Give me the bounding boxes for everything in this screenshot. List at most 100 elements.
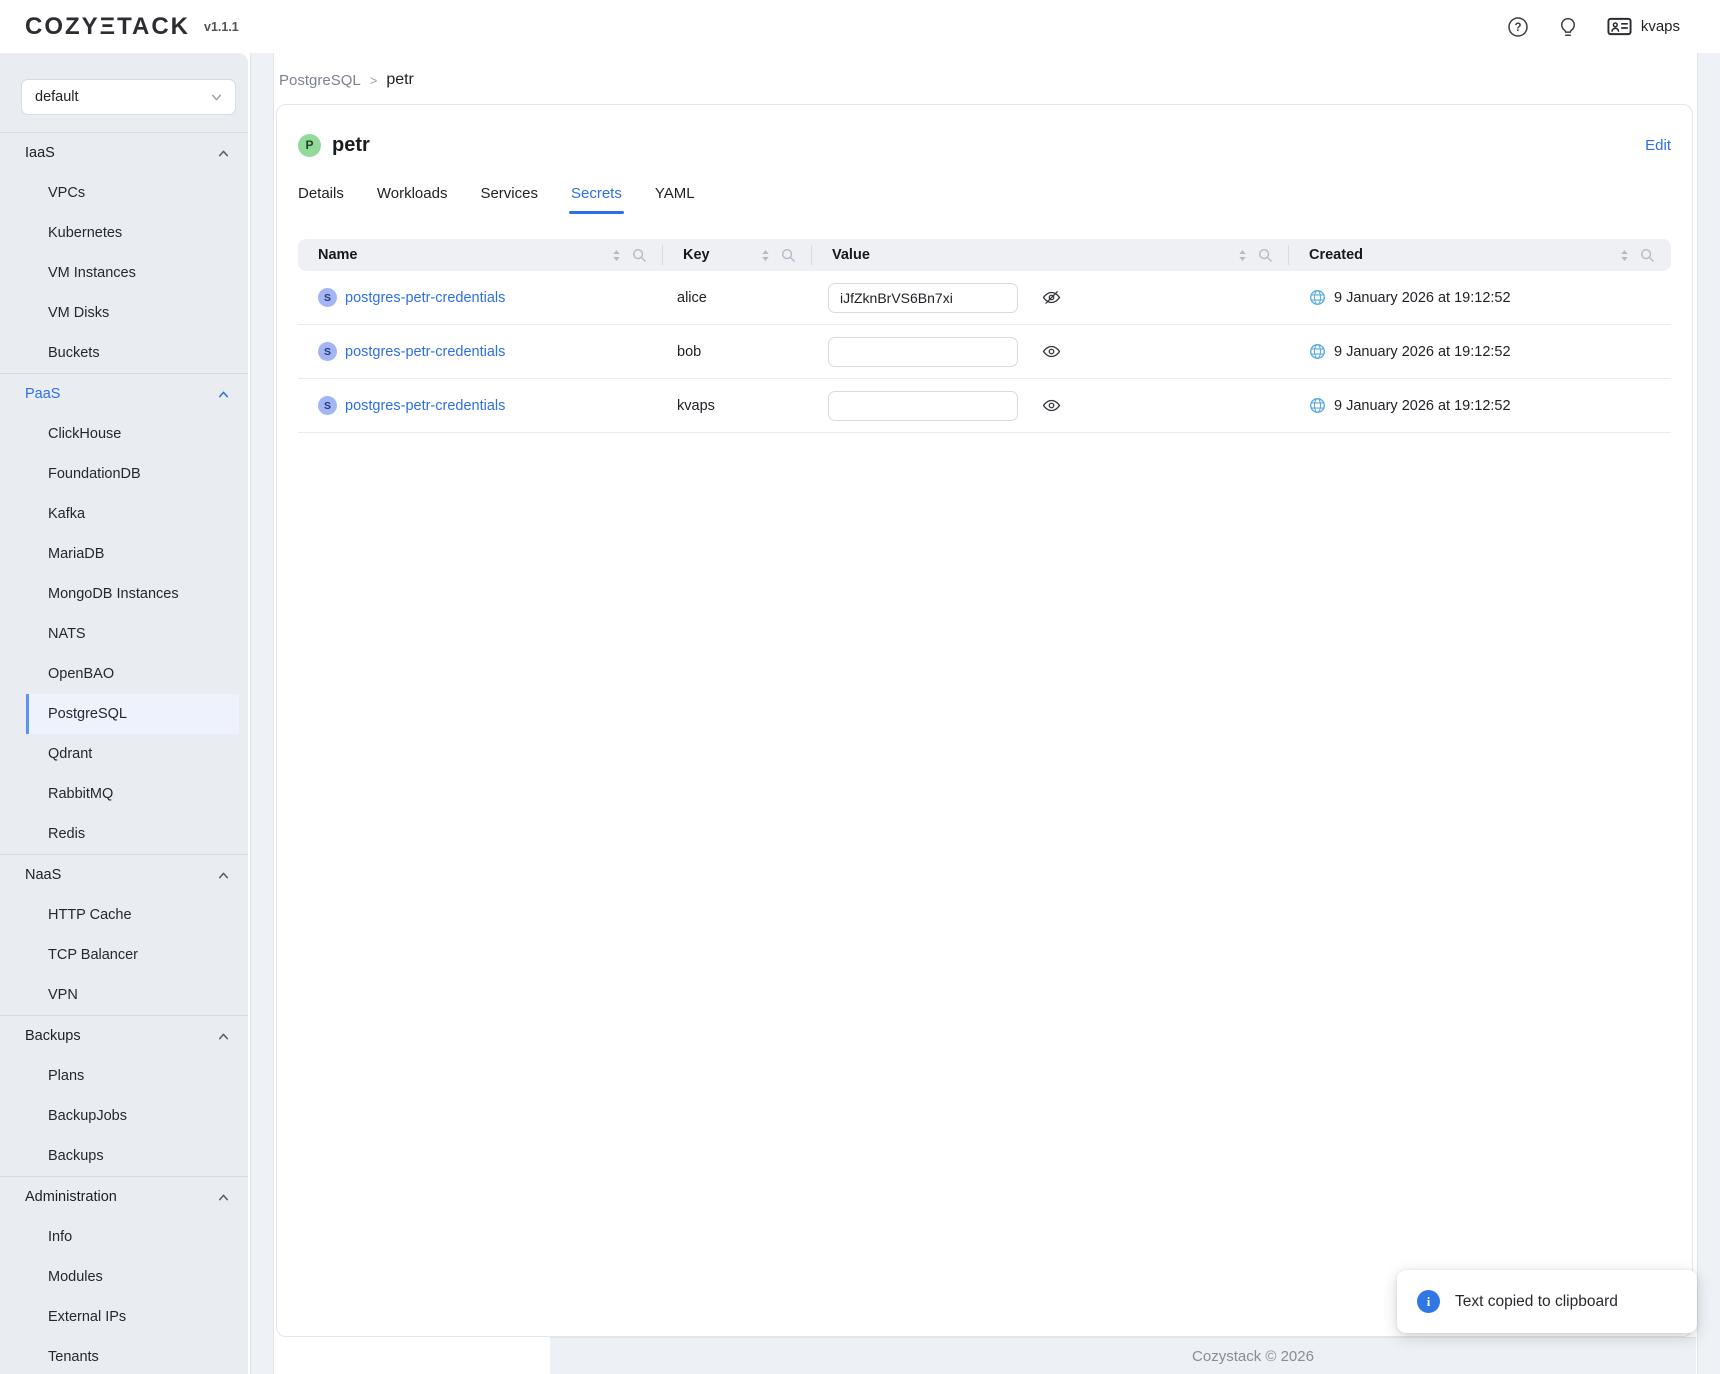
sidebar-section-header-administration[interactable]: Administration bbox=[0, 1177, 248, 1217]
sidebar-scrollbar[interactable] bbox=[250, 53, 274, 1374]
chevron-up-icon bbox=[217, 388, 230, 401]
secret-value-input[interactable] bbox=[828, 283, 1018, 313]
sidebar-section-header-iaas[interactable]: IaaS bbox=[0, 133, 248, 173]
tab-workloads[interactable]: Workloads bbox=[377, 185, 448, 214]
secret-name-cell: S postgres-petr-credentials bbox=[298, 325, 663, 378]
sort-icon[interactable] bbox=[1235, 248, 1250, 263]
sidebar-item-qdrant[interactable]: Qdrant bbox=[0, 734, 248, 774]
secret-created-cell: 9 January 2026 at 19:12:52 bbox=[1289, 271, 1671, 324]
sidebar-item-kafka[interactable]: Kafka bbox=[0, 494, 248, 534]
toast: i Text copied to clipboard bbox=[1397, 1270, 1697, 1333]
sidebar-item-tcp-balancer[interactable]: TCP Balancer bbox=[0, 935, 248, 975]
chevron-up-icon bbox=[217, 1191, 230, 1204]
sidebar-item-info[interactable]: Info bbox=[0, 1217, 248, 1257]
sidebar-item-vm-instances[interactable]: VM Instances bbox=[0, 253, 248, 293]
sidebar-item-vpn[interactable]: VPN bbox=[0, 975, 248, 1015]
column-header-key: Key bbox=[663, 239, 812, 271]
secret-link[interactable]: postgres-petr-credentials bbox=[345, 344, 505, 360]
secret-name-cell: S postgres-petr-credentials bbox=[298, 379, 663, 432]
tab-yaml[interactable]: YAML bbox=[655, 185, 695, 214]
sidebar-item-vpcs[interactable]: VPCs bbox=[0, 173, 248, 213]
sidebar-item-kubernetes[interactable]: Kubernetes bbox=[0, 213, 248, 253]
sidebar-item-postgresql[interactable]: PostgreSQL bbox=[26, 694, 239, 734]
info-icon: i bbox=[1417, 1290, 1440, 1313]
sidebar-section-header-backups[interactable]: Backups bbox=[0, 1016, 248, 1056]
tabs: Details Workloads Services Secrets YAML bbox=[298, 185, 1671, 214]
username: kvaps bbox=[1641, 18, 1680, 35]
breadcrumb-parent[interactable]: PostgreSQL bbox=[279, 72, 361, 89]
sidebar-item-http-cache[interactable]: HTTP Cache bbox=[0, 895, 248, 935]
eye-icon[interactable] bbox=[1042, 342, 1061, 361]
secret-icon: S bbox=[318, 342, 337, 361]
sidebar-item-foundationdb[interactable]: FoundationDB bbox=[0, 454, 248, 494]
sidebar-section-header-naas[interactable]: NaaS bbox=[0, 855, 248, 895]
secret-key-cell: kvaps bbox=[663, 379, 812, 432]
sidebar-section-header-paas[interactable]: PaaS bbox=[0, 374, 248, 414]
sidebar-section-naas: NaaS HTTP Cache TCP Balancer VPN bbox=[0, 854, 248, 1015]
sidebar-item-redis[interactable]: Redis bbox=[0, 814, 248, 854]
sidebar-item-tenants[interactable]: Tenants bbox=[0, 1337, 248, 1374]
sort-icon[interactable] bbox=[1617, 248, 1632, 263]
sidebar-nav: IaaS VPCs Kubernetes VM Instances VM Dis… bbox=[0, 132, 248, 1374]
secret-key-cell: alice bbox=[663, 271, 812, 324]
user-card-icon bbox=[1607, 16, 1632, 37]
topbar: COZYΞTACK v1.1.1 kvaps bbox=[0, 0, 1720, 53]
tab-details[interactable]: Details bbox=[298, 185, 344, 214]
search-icon[interactable] bbox=[1640, 248, 1655, 263]
search-icon[interactable] bbox=[632, 248, 647, 263]
secret-value-cell bbox=[812, 379, 1289, 432]
user-menu[interactable]: kvaps bbox=[1607, 16, 1680, 37]
table-row: S postgres-petr-credentials kvaps 9 Janu… bbox=[298, 379, 1671, 433]
sidebar-item-mongodb-instances[interactable]: MongoDB Instances bbox=[0, 574, 248, 614]
search-icon[interactable] bbox=[781, 248, 796, 263]
sidebar-section-backups: Backups Plans BackupJobs Backups bbox=[0, 1015, 248, 1176]
secret-link[interactable]: postgres-petr-credentials bbox=[345, 398, 505, 414]
secret-value-input[interactable] bbox=[828, 391, 1018, 421]
sidebar-item-mariadb[interactable]: MariaDB bbox=[0, 534, 248, 574]
eye-icon[interactable] bbox=[1042, 396, 1061, 415]
tab-services[interactable]: Services bbox=[480, 185, 538, 214]
sidebar-item-backups[interactable]: Backups bbox=[0, 1136, 248, 1176]
help-icon[interactable] bbox=[1507, 16, 1529, 38]
globe-icon bbox=[1309, 397, 1326, 414]
secret-icon: S bbox=[318, 288, 337, 307]
sidebar-item-buckets[interactable]: Buckets bbox=[0, 333, 248, 373]
sidebar-section-administration: Administration Info Modules External IPs… bbox=[0, 1176, 248, 1374]
secret-link[interactable]: postgres-petr-credentials bbox=[345, 290, 505, 306]
created-timestamp: 9 January 2026 at 19:12:52 bbox=[1334, 398, 1511, 414]
table-row: S postgres-petr-credentials bob 9 Januar… bbox=[298, 325, 1671, 379]
secret-value-input[interactable] bbox=[828, 337, 1018, 367]
tenant-select[interactable]: default bbox=[21, 79, 236, 115]
sidebar-item-vm-disks[interactable]: VM Disks bbox=[0, 293, 248, 333]
column-header-value: Value bbox=[812, 239, 1289, 271]
edit-button[interactable]: Edit bbox=[1645, 137, 1671, 154]
sort-icon[interactable] bbox=[609, 248, 624, 263]
sidebar-section-iaas: IaaS VPCs Kubernetes VM Instances VM Dis… bbox=[0, 132, 248, 373]
sort-icon[interactable] bbox=[758, 248, 773, 263]
sidebar-item-modules[interactable]: Modules bbox=[0, 1257, 248, 1297]
globe-icon bbox=[1309, 343, 1326, 360]
sidebar-item-external-ips[interactable]: External IPs bbox=[0, 1297, 248, 1337]
sidebar-item-rabbitmq[interactable]: RabbitMQ bbox=[0, 774, 248, 814]
secret-icon: S bbox=[318, 396, 337, 415]
eye-off-icon[interactable] bbox=[1042, 288, 1061, 307]
sidebar-item-plans[interactable]: Plans bbox=[0, 1056, 248, 1096]
breadcrumb-current: petr bbox=[386, 71, 414, 89]
secret-created-cell: 9 January 2026 at 19:12:52 bbox=[1289, 379, 1671, 432]
main-scrollbar[interactable] bbox=[1697, 53, 1720, 1374]
resource-avatar: P bbox=[298, 134, 321, 157]
sidebar-item-openbao[interactable]: OpenBAO bbox=[0, 654, 248, 694]
sidebar-item-clickhouse[interactable]: ClickHouse bbox=[0, 414, 248, 454]
lightbulb-theme-icon[interactable] bbox=[1557, 16, 1579, 38]
sidebar-section-paas: PaaS ClickHouse FoundationDB Kafka Maria… bbox=[0, 373, 248, 854]
chevron-down-icon bbox=[210, 91, 223, 104]
sidebar-item-nats[interactable]: NATS bbox=[0, 614, 248, 654]
tab-secrets[interactable]: Secrets bbox=[571, 185, 622, 214]
secret-key-cell: bob bbox=[663, 325, 812, 378]
chevron-up-icon bbox=[217, 147, 230, 160]
sidebar: default IaaS VPCs Kubernetes VM Instance… bbox=[0, 53, 248, 1374]
main-content: PostgreSQL > petr P petr Edit Details Wo… bbox=[275, 53, 1696, 1374]
globe-icon bbox=[1309, 289, 1326, 306]
search-icon[interactable] bbox=[1258, 248, 1273, 263]
sidebar-item-backupjobs[interactable]: BackupJobs bbox=[0, 1096, 248, 1136]
